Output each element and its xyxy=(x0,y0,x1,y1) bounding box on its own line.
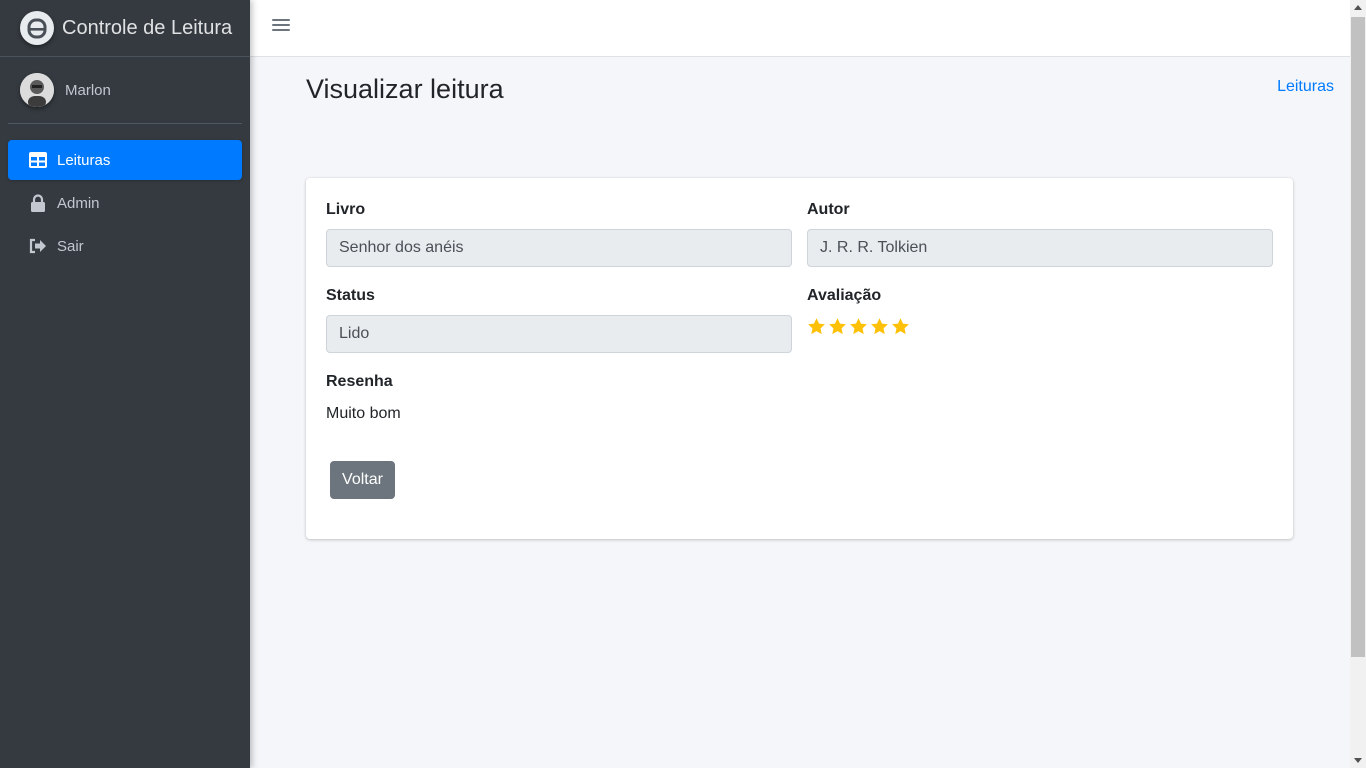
livro-label: Livro xyxy=(326,201,366,218)
sidebar-item-leituras[interactable]: Leituras xyxy=(8,140,242,180)
sidebar-item-label: Leituras xyxy=(57,151,111,169)
sidebar-nav: Leituras Admin Sair xyxy=(0,140,250,266)
sidebar-item-label: Admin xyxy=(57,194,100,212)
rating-stars xyxy=(807,317,910,336)
brand-title: Controle de Leitura xyxy=(62,16,233,39)
autor-field[interactable]: J. R. R. Tolkien xyxy=(807,229,1273,267)
sidebar: Controle de Leitura Marlon Leituras Admi… xyxy=(0,0,250,768)
resenha-text: Muito bom xyxy=(326,405,401,422)
star-icon xyxy=(850,318,867,335)
reading-card: Livro Senhor dos anéis Autor J. R. R. To… xyxy=(306,178,1293,539)
livro-field[interactable]: Senhor dos anéis xyxy=(326,229,792,267)
sign-out-icon xyxy=(28,236,48,256)
star-icon xyxy=(829,318,846,335)
user-name: Marlon xyxy=(65,81,111,99)
status-label: Status xyxy=(326,287,375,304)
star-icon xyxy=(808,318,825,335)
brand-link[interactable]: Controle de Leitura xyxy=(0,0,250,57)
back-button[interactable]: Voltar xyxy=(330,461,395,499)
page-title: Visualizar leitura xyxy=(306,74,504,104)
hamburger-icon[interactable] xyxy=(272,16,290,34)
autor-label: Autor xyxy=(807,201,850,218)
avatar xyxy=(20,73,54,107)
sidebar-item-label: Sair xyxy=(57,237,84,255)
star-icon xyxy=(892,318,909,335)
star-icon xyxy=(871,318,888,335)
breadcrumb-leituras[interactable]: Leituras xyxy=(1277,78,1334,96)
user-panel[interactable]: Marlon xyxy=(8,57,242,124)
sidebar-item-sair[interactable]: Sair xyxy=(8,226,242,266)
scroll-down-icon[interactable] xyxy=(1354,758,1362,763)
scroll-up-icon[interactable] xyxy=(1354,5,1362,10)
table-icon xyxy=(28,150,48,170)
scroll-thumb[interactable] xyxy=(1351,17,1365,657)
scrollbar[interactable] xyxy=(1350,0,1366,768)
avaliacao-label: Avaliação xyxy=(807,287,882,304)
sidebar-item-admin[interactable]: Admin xyxy=(8,183,242,223)
top-navbar xyxy=(250,0,1350,57)
lock-icon xyxy=(28,193,48,213)
resenha-label: Resenha xyxy=(326,373,393,390)
status-field[interactable]: Lido xyxy=(326,315,792,353)
app-logo-icon xyxy=(20,11,54,45)
